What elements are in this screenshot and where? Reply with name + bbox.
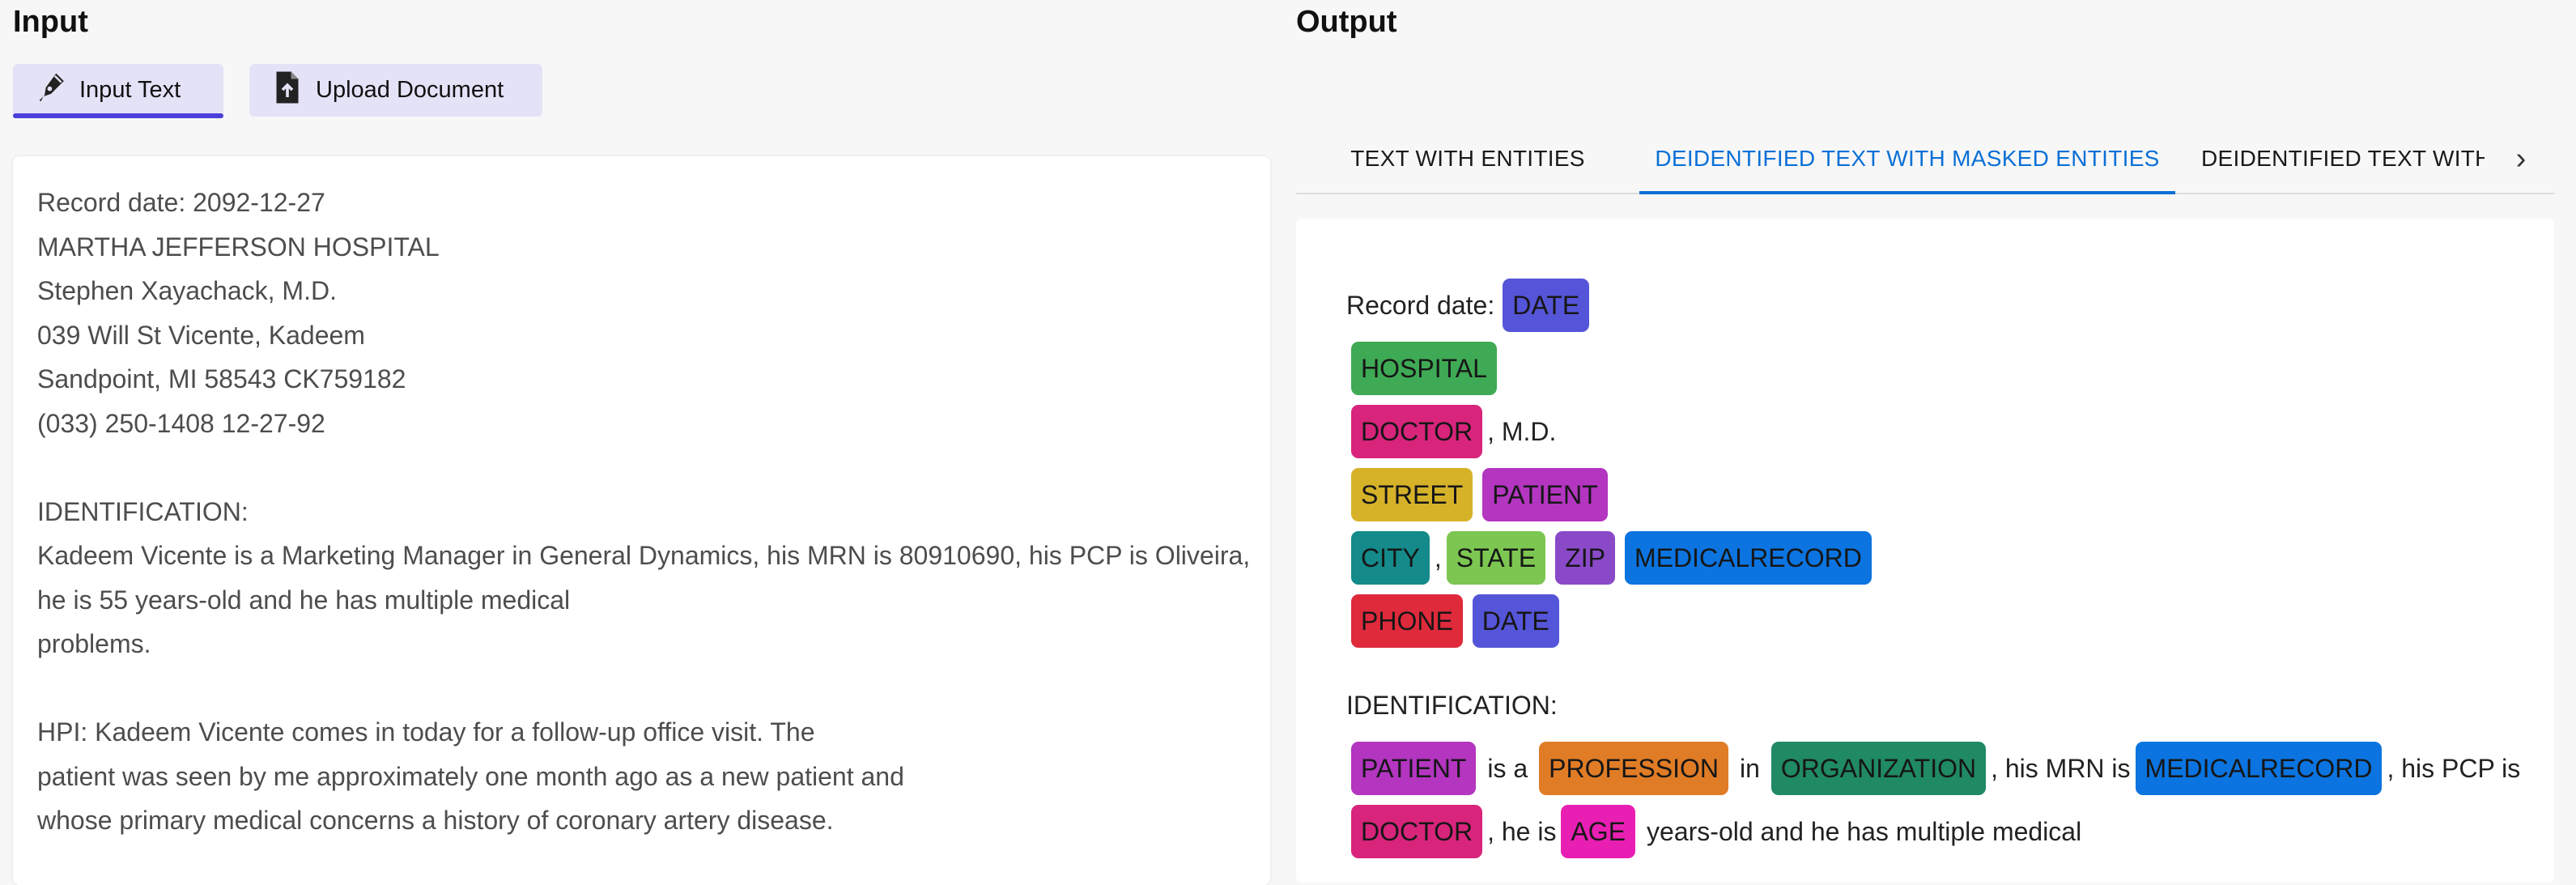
- tab-masked-entities-label: DEIDENTIFIED TEXT WITH MASKED ENTITIES: [1655, 146, 2160, 171]
- input-line: Kadeem Vicente is a Marketing Manager in…: [37, 541, 1251, 570]
- input-line: (033) 250-1408 12-27-92: [37, 408, 325, 438]
- output-line: Record date: DATE: [1346, 274, 1594, 337]
- upload-document-button[interactable]: Upload Document: [249, 64, 542, 117]
- output-text: , he is: [1487, 816, 1557, 846]
- input-panel-title: Input: [13, 5, 88, 39]
- input-line: [37, 666, 1246, 711]
- output-text: years-old and he has multiple medical: [1647, 816, 2082, 846]
- tab-text-with-entities[interactable]: TEXT WITH ENTITIES: [1296, 123, 1639, 194]
- output-line: HOSPITAL: [1346, 337, 1502, 400]
- entity-chip: DATE: [1503, 279, 1590, 332]
- entity-chip: AGE: [1561, 805, 1636, 858]
- tab-masked-entities[interactable]: DEIDENTIFIED TEXT WITH MASKED ENTITIES: [1639, 123, 2175, 194]
- file-upload-icon: [272, 70, 303, 111]
- entity-chip: HOSPITAL: [1351, 342, 1497, 395]
- input-text-button-label: Input Text: [79, 77, 181, 103]
- active-tab-indicator: [1639, 191, 2175, 194]
- input-line: problems.: [37, 629, 151, 658]
- entity-chip: PHONE: [1351, 594, 1463, 648]
- tab-deidentified-text-with[interactable]: DEIDENTIFIED TEXT WITH: [2190, 123, 2485, 194]
- active-mode-underline: [13, 113, 223, 118]
- output-line: DOCTOR , M.D.: [1346, 400, 1556, 463]
- entity-chip: STATE: [1446, 531, 1546, 585]
- input-line: patient was seen by me approximately one…: [37, 761, 904, 791]
- entity-chip: DOCTOR: [1351, 805, 1483, 858]
- entity-chip: CITY: [1351, 531, 1430, 585]
- input-line: Sandpoint, MI 58543 CK759182: [37, 364, 406, 394]
- upload-document-button-label: Upload Document: [316, 77, 504, 103]
- output-text: , his MRN is: [1991, 753, 2131, 783]
- output-tabs: TEXT WITH ENTITIES DEIDENTIFIED TEXT WIT…: [1296, 123, 2554, 194]
- pen-icon: [36, 70, 66, 111]
- output-text: IDENTIFICATION:: [1346, 690, 1558, 720]
- entity-chip: DATE: [1472, 594, 1559, 648]
- input-text-area[interactable]: Record date: 2092-12-27 MARTHA JEFFERSON…: [13, 156, 1270, 885]
- output-line: PHONE DATE: [1346, 589, 1564, 653]
- input-line: 039 Will St Vicente, Kadeem: [37, 320, 365, 350]
- entity-chip: MEDICALRECORD: [1624, 531, 1872, 585]
- chevron-right-icon[interactable]: ›: [2493, 123, 2549, 194]
- input-line: Stephen Xayachack, M.D.: [37, 276, 337, 305]
- entity-chip: MEDICALRECORD: [2135, 742, 2383, 795]
- input-line: MARTHA JEFFERSON HOSPITAL: [37, 232, 440, 262]
- input-line: [37, 445, 1246, 490]
- input-line: IDENTIFICATION:: [37, 496, 249, 526]
- entity-chip: PROFESSION: [1539, 742, 1728, 795]
- entity-chip: PATIENT: [1482, 468, 1608, 521]
- entity-chip: STREET: [1351, 468, 1473, 521]
- output-line: STREET PATIENT: [1346, 463, 1613, 526]
- output-text: Record date:: [1346, 290, 1495, 320]
- entity-chip: ZIP: [1555, 531, 1615, 585]
- input-line: HPI: Kadeem Vicente comes in today for a…: [37, 717, 815, 747]
- entity-chip: DOCTOR: [1351, 405, 1483, 458]
- output-text: in: [1739, 753, 1760, 783]
- input-line: Record date: 2092-12-27: [37, 188, 325, 217]
- output-text-area: Record date: DATE HOSPITAL DOCTOR , M.D.…: [1296, 219, 2554, 883]
- entity-chip: ORGANIZATION: [1770, 742, 1987, 795]
- output-text: , M.D.: [1487, 416, 1557, 446]
- output-text: ,: [1434, 542, 1442, 572]
- output-line: CITY , STATE ZIP MEDICALRECORD: [1346, 526, 1877, 589]
- output-panel-title: Output: [1296, 5, 1397, 39]
- input-line: whose primary medical concerns a history…: [37, 806, 834, 835]
- input-text-button[interactable]: Input Text: [13, 64, 223, 118]
- output-line: DOCTOR , he is AGE years-old and he has …: [1346, 800, 2088, 863]
- output-line: IDENTIFICATION:: [1346, 683, 1558, 728]
- output-text: is a: [1487, 753, 1528, 783]
- entity-chip: PATIENT: [1351, 742, 1477, 795]
- input-line: he is 55 years-old and he has multiple m…: [37, 585, 571, 615]
- output-line: PATIENT is a PROFESSION in ORGANIZATION …: [1346, 737, 2520, 800]
- output-text: , his PCP is: [2387, 753, 2521, 783]
